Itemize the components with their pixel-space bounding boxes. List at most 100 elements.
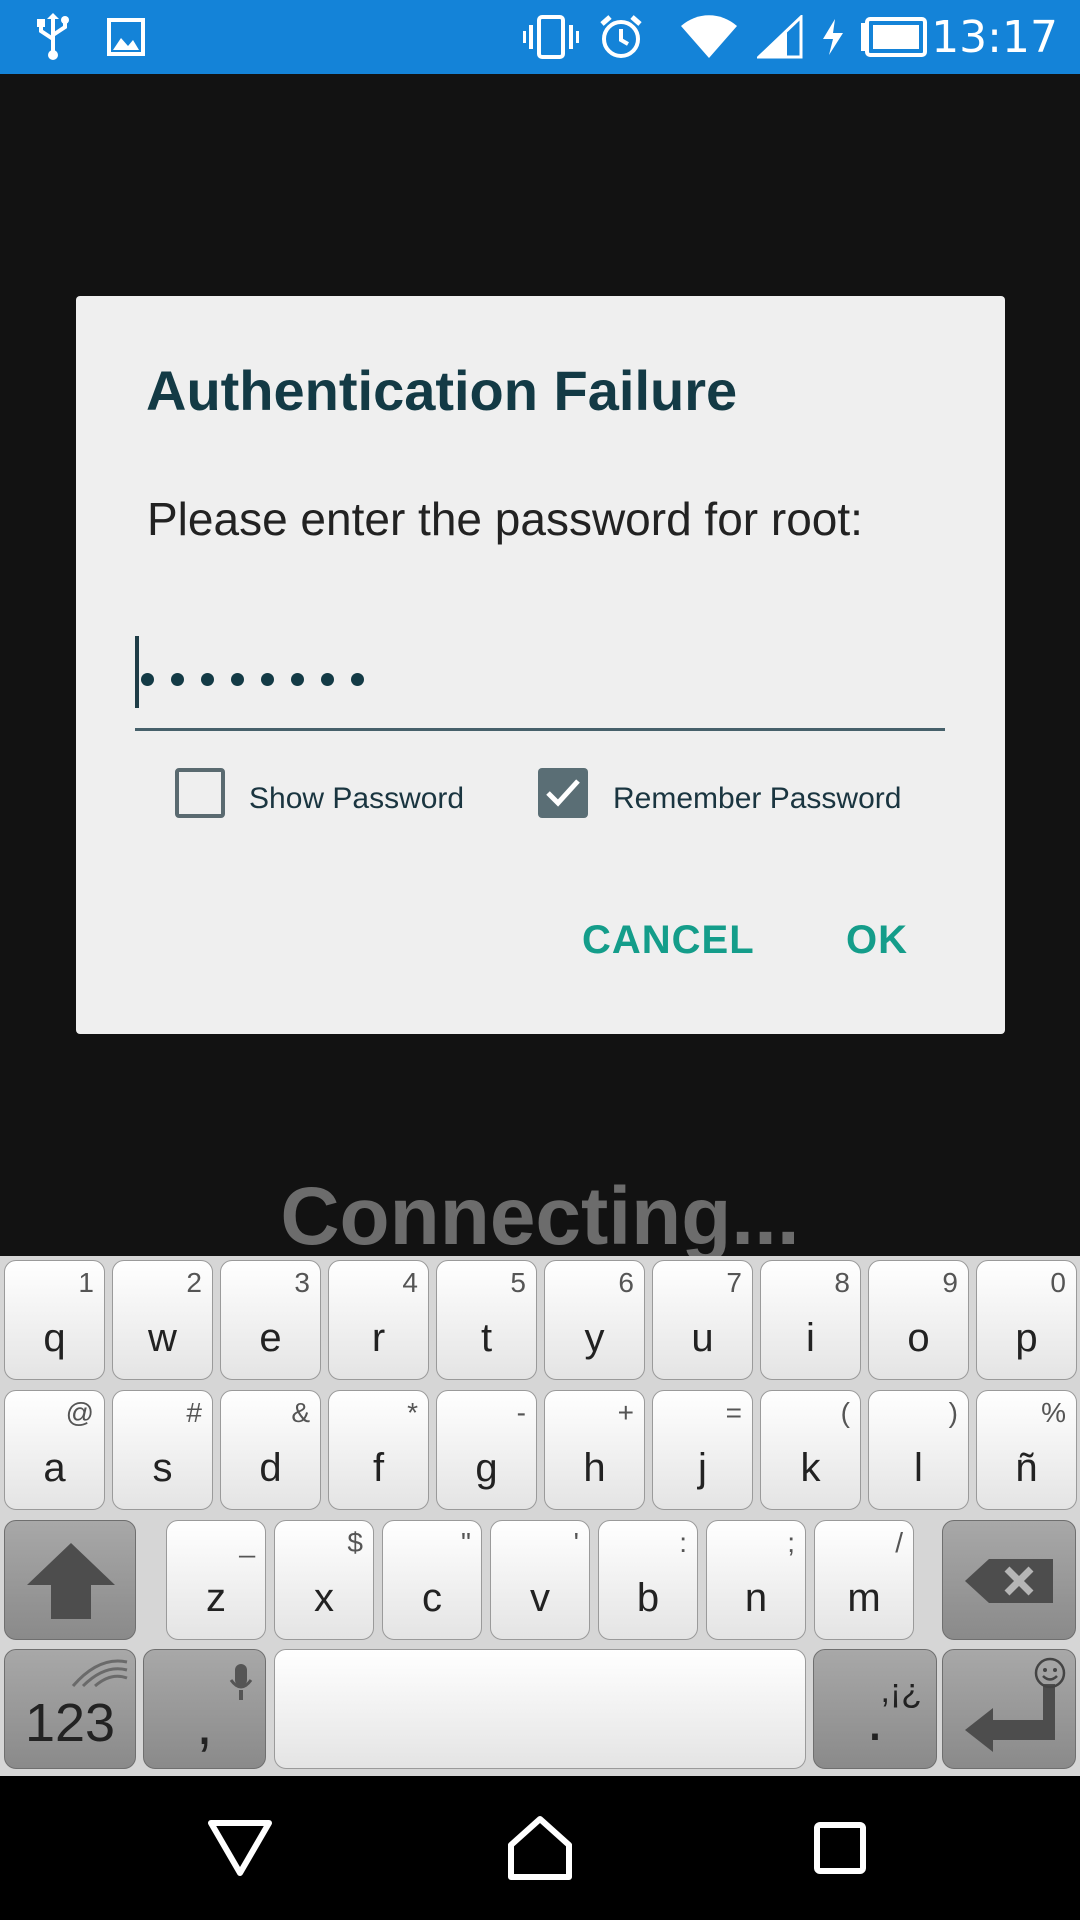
key-n[interactable]: ; n — [706, 1520, 806, 1640]
key-secondary-label: $ — [347, 1527, 363, 1558]
key-secondary-label: = — [725, 1397, 742, 1428]
key-secondary-label: # — [186, 1397, 202, 1428]
comma-key-label: , — [196, 1690, 213, 1757]
key-primary-label: i — [806, 1316, 815, 1360]
status-bar: 13:17 — [0, 0, 1080, 74]
key-secondary-label: ; — [787, 1527, 795, 1558]
cancel-button[interactable]: CANCEL — [582, 918, 755, 963]
key-secondary-label: * — [407, 1397, 418, 1428]
key-u[interactable]: 7u — [652, 1260, 753, 1380]
key-secondary-label: 8 — [834, 1267, 850, 1298]
show-password-checkbox[interactable] — [175, 768, 225, 818]
key-h[interactable]: + h — [544, 1390, 645, 1510]
key-secondary-label: 2 — [186, 1267, 202, 1298]
key-c[interactable]: " c — [382, 1520, 482, 1640]
key-primary-label: m — [847, 1576, 881, 1620]
key-secondary-label: 1 — [78, 1267, 94, 1298]
battery-charging-icon — [820, 0, 930, 74]
key-primary-label: v — [530, 1576, 550, 1620]
key-secondary-label: - — [516, 1397, 526, 1428]
key-a[interactable]: @ a — [4, 1390, 105, 1510]
key-d[interactable]: & d — [220, 1390, 321, 1510]
key-s[interactable]: # s — [112, 1390, 213, 1510]
shift-key[interactable] — [4, 1520, 136, 1640]
numbers-key[interactable]: 123 — [4, 1649, 136, 1769]
auth-dialog: Authentication Failure Please enter the … — [76, 296, 1005, 1034]
key-p[interactable]: 0p — [976, 1260, 1077, 1380]
key-q[interactable]: 1q — [4, 1260, 105, 1380]
key-secondary-label: ) — [948, 1397, 958, 1428]
key-z[interactable]: _ z — [166, 1520, 266, 1640]
key-secondary-label: 5 — [510, 1267, 526, 1298]
key-k[interactable]: (k — [760, 1390, 861, 1510]
key-primary-label: ñ — [1015, 1446, 1038, 1490]
password-input[interactable] — [135, 636, 945, 731]
show-password-label[interactable]: Show Password — [249, 782, 464, 816]
back-icon[interactable] — [180, 1776, 300, 1920]
key-w[interactable]: 2w — [112, 1260, 213, 1380]
key-primary-label: g — [475, 1446, 498, 1490]
key-o[interactable]: 9o — [868, 1260, 969, 1380]
key-secondary-label: " — [461, 1527, 471, 1558]
emoji-icon — [1034, 1657, 1066, 1689]
home-icon[interactable] — [480, 1776, 600, 1920]
key-primary-label: n — [744, 1576, 768, 1620]
key-primary-label: z — [206, 1576, 226, 1620]
space-bar[interactable] — [274, 1649, 806, 1769]
key-secondary-label: 7 — [726, 1267, 742, 1298]
key-primary-label: h — [583, 1446, 606, 1490]
key-y[interactable]: 6y — [544, 1260, 645, 1380]
usb-icon — [30, 0, 76, 74]
key-primary-label: e — [259, 1316, 282, 1360]
key-t[interactable]: 5t — [436, 1260, 537, 1380]
password-mask — [141, 650, 381, 696]
key-secondary-label: ' — [573, 1527, 579, 1558]
key-g[interactable]: -g — [436, 1390, 537, 1510]
key-secondary-label: : — [679, 1527, 687, 1558]
backspace-key[interactable] — [942, 1520, 1076, 1640]
key-b[interactable]: :b — [598, 1520, 698, 1640]
clock-time: 13:17 — [931, 12, 1058, 63]
key-primary-label: l — [914, 1446, 923, 1490]
connecting-status: Connecting... — [280, 1171, 800, 1262]
soft-keyboard: 1q2w3e4r5t6y7u8i9o0p @ a # s & d * f - g + h = j(k) l%… — [0, 1256, 1080, 1776]
wifi-icon — [678, 0, 740, 74]
key-x[interactable]: $ x — [274, 1520, 374, 1640]
navigation-bar — [0, 1776, 1080, 1920]
key-f[interactable]: * f — [328, 1390, 429, 1510]
key-j[interactable]: = j — [652, 1390, 753, 1510]
remember-password-checkbox[interactable] — [538, 768, 588, 818]
key-e[interactable]: 3e — [220, 1260, 321, 1380]
key-secondary-label: % — [1041, 1397, 1066, 1428]
checkmark-icon — [546, 779, 580, 807]
key-secondary-label: & — [291, 1397, 310, 1428]
key-primary-label: y — [584, 1316, 605, 1360]
key-primary-label: r — [371, 1316, 386, 1360]
key-primary-label: w — [148, 1316, 177, 1360]
period-key[interactable]: ,¡¿ . — [813, 1649, 937, 1769]
key-l[interactable]: ) l — [868, 1390, 969, 1510]
key-r[interactable]: 4r — [328, 1260, 429, 1380]
key-ñ[interactable]: % ñ — [976, 1390, 1077, 1510]
alarm-icon — [596, 0, 646, 74]
recents-icon[interactable] — [780, 1776, 900, 1920]
enter-key[interactable] — [942, 1649, 1076, 1769]
key-primary-label: s — [152, 1446, 173, 1490]
key-primary-label: q — [43, 1316, 66, 1360]
key-secondary-label: ( — [840, 1397, 850, 1428]
period-key-label: . — [866, 1686, 884, 1753]
ok-button[interactable]: OK — [846, 918, 908, 963]
key-v[interactable]: ' v — [490, 1520, 590, 1640]
key-primary-label: u — [691, 1316, 714, 1360]
backspace-icon — [965, 1559, 1053, 1603]
key-secondary-label: _ — [239, 1527, 255, 1558]
key-primary-label: c — [422, 1576, 442, 1620]
key-primary-label: k — [800, 1446, 821, 1490]
remember-password-label[interactable]: Remember Password — [613, 782, 901, 816]
image-icon — [104, 0, 148, 74]
key-i[interactable]: 8i — [760, 1260, 861, 1380]
key-primary-label: t — [480, 1316, 493, 1360]
comma-key[interactable]: , — [143, 1649, 266, 1769]
key-primary-label: x — [314, 1576, 334, 1620]
key-m[interactable]: / m — [814, 1520, 914, 1640]
